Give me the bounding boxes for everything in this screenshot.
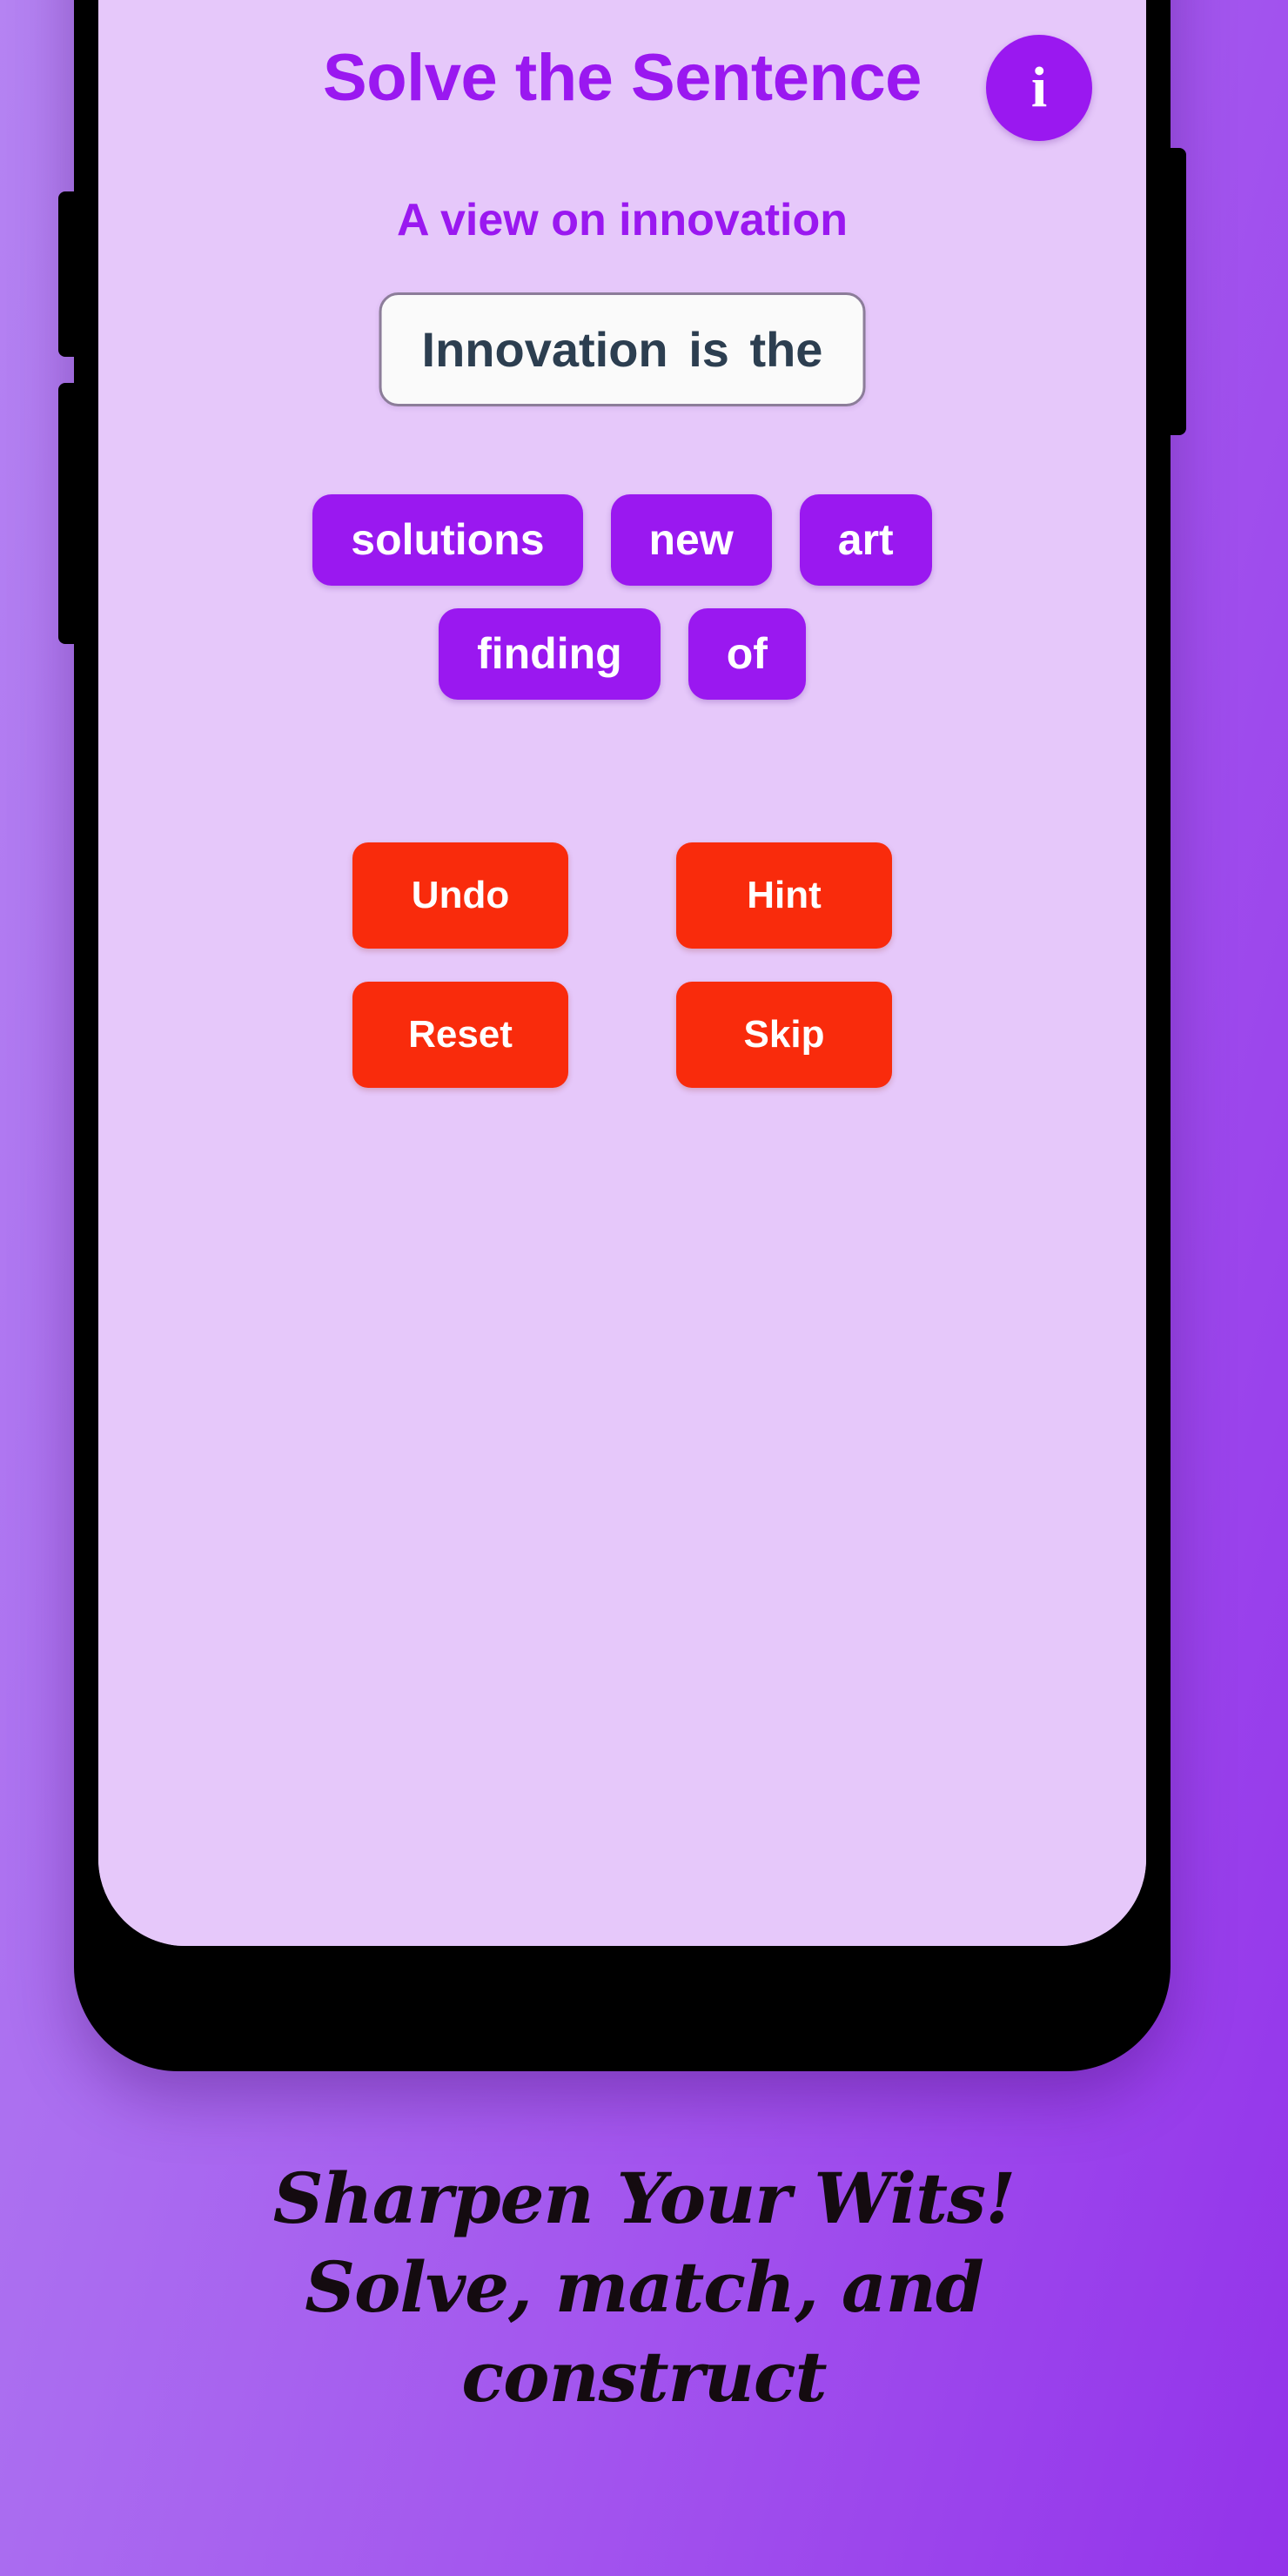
hint-button[interactable]: Hint [676, 842, 892, 949]
word-tile-solutions[interactable]: solutions [312, 494, 583, 586]
word-row: finding of [439, 608, 806, 700]
tagline-line-2: Solve, match, and [305, 2246, 984, 2329]
phone-screen: i Solve the Sentence A view on innovatio… [98, 0, 1146, 1946]
power-button[interactable] [1167, 148, 1186, 435]
volume-up-button[interactable] [58, 191, 77, 357]
tagline-line-1: Sharpen Your Wits! [272, 2157, 1016, 2239]
reset-button[interactable]: Reset [352, 982, 568, 1088]
word-tile-finding[interactable]: finding [439, 608, 661, 700]
sentence-text: Innovation is the [421, 322, 823, 377]
word-tile-new[interactable]: new [610, 494, 772, 586]
action-row: Reset Skip [352, 982, 892, 1088]
app-content: i Solve the Sentence A view on innovatio… [98, 0, 1146, 1946]
promo-tagline: Sharpen Your Wits! Solve, match, and con… [0, 2154, 1288, 2421]
action-row: Undo Hint [352, 842, 892, 949]
puzzle-hint-title: A view on innovation [396, 195, 849, 245]
tagline-line-3: construct [461, 2335, 827, 2418]
word-row: solutions new art [312, 494, 932, 586]
phone-device-frame: i Solve the Sentence A view on innovatio… [58, 0, 1186, 2071]
word-tile-art[interactable]: art [799, 494, 932, 586]
volume-down-button[interactable] [58, 383, 77, 644]
skip-button[interactable]: Skip [676, 982, 892, 1088]
sentence-display-box[interactable]: Innovation is the [379, 292, 866, 406]
word-bank: solutions new art finding of [98, 494, 1146, 700]
word-tile-of[interactable]: of [688, 608, 806, 700]
page-title: Solve the Sentence [323, 41, 922, 115]
undo-button[interactable]: Undo [352, 842, 568, 949]
action-button-area: Undo Hint Reset Skip [98, 842, 1146, 1088]
